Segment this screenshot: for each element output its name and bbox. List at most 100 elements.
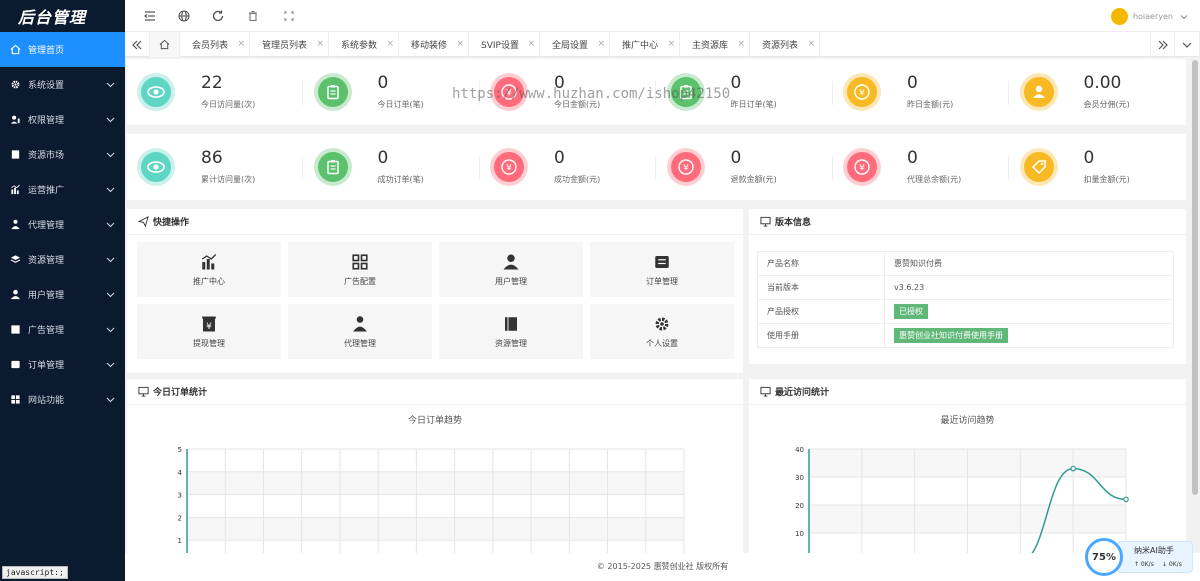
paper-plane-icon xyxy=(138,216,149,227)
chevron-down-icon[interactable] xyxy=(106,290,115,299)
sidebar-item-7[interactable]: 用户管理 xyxy=(0,277,125,312)
close-icon[interactable]: × xyxy=(386,39,394,49)
scrollbar-thumb[interactable] xyxy=(1192,60,1198,495)
yen-icon: ¥ xyxy=(854,84,870,100)
sidebar-item-2[interactable]: 权限管理 xyxy=(0,102,125,137)
ai-download-speed: ↓ 0K/s xyxy=(1162,561,1182,568)
quick-action-label: 广告配置 xyxy=(344,276,376,286)
version-table: 产品名称 惠赞知识付费 当前版本 v3.6.23 产品授权 已授权 使用手册 惠赞创业社知识付… xyxy=(757,251,1174,348)
close-icon[interactable]: × xyxy=(237,39,245,49)
stat-label: 今日订单(笔) xyxy=(377,100,424,109)
ai-upload-speed: ↑ 0K/s xyxy=(1134,561,1154,568)
tab-8[interactable]: 主资源库 × xyxy=(680,32,750,57)
stat-label: 代理总余额(元) xyxy=(907,175,962,184)
quick-action-label: 提现管理 xyxy=(193,338,225,348)
tabs-dropdown[interactable] xyxy=(1175,32,1200,57)
quick-action-1[interactable]: 广告配置 xyxy=(288,242,432,297)
fullscreen-icon[interactable] xyxy=(282,9,296,23)
chevron-down-icon[interactable] xyxy=(106,360,115,369)
tab-7[interactable]: 推广中心 × xyxy=(610,32,680,57)
sidebar-item-1[interactable]: 系统设置 xyxy=(0,67,125,102)
stats-row-2: 86 累计访问量(次) 0 成功订单(笔) ¥ 0 成功金额(元) ¥ 0 退款… xyxy=(127,134,1186,200)
close-icon[interactable]: × xyxy=(737,39,745,49)
chevron-down-icon[interactable] xyxy=(106,255,115,264)
quick-action-7[interactable]: 个人设置 xyxy=(590,304,734,359)
tabs-scroll-left[interactable] xyxy=(125,32,150,57)
tab-1[interactable]: 会员列表 × xyxy=(180,32,250,57)
tabs-bar: 会员列表 × 管理员列表 × 系统参数 × 移动装修 × SVIP设置 × 全局设置 × 推广中心 × 主资… xyxy=(125,32,1200,57)
ai-assistant-widget[interactable]: 纳米AI助手 ↑ 0K/s ↓ 0K/s 75% xyxy=(1085,538,1193,576)
quick-action-6[interactable]: 资源管理 xyxy=(439,304,583,359)
ai-assistant-box[interactable]: 纳米AI助手 ↑ 0K/s ↓ 0K/s xyxy=(1117,541,1193,573)
close-icon[interactable]: × xyxy=(456,39,464,49)
quick-action-0[interactable]: 推广中心 xyxy=(137,242,281,297)
sidebar-item-6[interactable]: 资源管理 xyxy=(0,242,125,277)
close-icon[interactable]: × xyxy=(807,39,815,49)
tabs-scroll-right[interactable] xyxy=(1150,32,1175,57)
quick-action-3[interactable]: 订单管理 xyxy=(590,242,734,297)
close-icon[interactable]: × xyxy=(597,39,605,49)
stat-icon-circle xyxy=(317,77,348,107)
sidebar-item-0[interactable]: 管理首页 xyxy=(0,32,125,67)
data-point xyxy=(1070,465,1076,472)
version-value-cell: 已授权 xyxy=(884,299,1174,324)
menu-fold-icon[interactable] xyxy=(143,9,157,23)
layers-icon xyxy=(10,255,20,263)
y-tick-label: 4 xyxy=(178,469,183,477)
manual-link[interactable]: 惠赞创业社知识付费使用手册 xyxy=(894,328,1008,343)
trash-icon[interactable] xyxy=(246,9,260,23)
sidebar-item-5[interactable]: 代理管理 xyxy=(0,207,125,242)
chevron-down-icon[interactable] xyxy=(106,150,115,159)
quick-action-2[interactable]: 用户管理 xyxy=(439,242,583,297)
tab-label: 管理员列表 xyxy=(262,41,308,51)
sidebar-item-label: 订单管理 xyxy=(28,361,65,371)
version-key: 使用手册 xyxy=(757,323,885,348)
quick-actions-card: 快捷操作 推广中心 广告配置 用户管理 订单管理 ¥ 提现管理 代理管理 资源管理 个人设置 xyxy=(127,209,743,373)
visit-stats-card: 最近访问统计 最近访问趋势 10 20 30 40 xyxy=(749,379,1186,553)
tab-4[interactable]: 移动装修 × xyxy=(399,32,469,57)
quick-action-4[interactable]: ¥ 提现管理 xyxy=(137,304,281,359)
close-icon[interactable]: × xyxy=(527,39,535,49)
stat-card: 0 扣量金额(元) xyxy=(1010,134,1186,200)
stat-icon-circle xyxy=(141,77,171,107)
sidebar-item-10[interactable]: 网站功能 xyxy=(0,382,125,417)
quick-action-5[interactable]: 代理管理 xyxy=(288,304,432,359)
chevron-down-icon[interactable] xyxy=(1180,13,1188,21)
list-icon xyxy=(655,255,669,268)
ai-assistant-name: 纳米AI助手 xyxy=(1134,546,1174,555)
stat-value: 0 xyxy=(730,148,742,168)
tab-6[interactable]: 全局设置 × xyxy=(540,32,610,57)
book-icon xyxy=(505,316,517,331)
chevron-down-icon[interactable] xyxy=(106,80,115,89)
page-scrollbar[interactable] xyxy=(1190,57,1200,553)
sidebar-item-9[interactable]: 订单管理 xyxy=(0,347,125,382)
stat-icon-circle xyxy=(317,152,348,182)
order-trend-chart: 1 2 3 4 5 xyxy=(178,446,685,553)
table-row: 产品授权 已授权 xyxy=(757,299,1174,324)
tab-2[interactable]: 管理员列表 × xyxy=(250,32,329,57)
avatar[interactable] xyxy=(1111,8,1128,25)
username[interactable]: hoiaeryen xyxy=(1133,12,1173,21)
user-key-icon xyxy=(10,115,20,124)
tab-9[interactable]: 资源列表 × xyxy=(750,32,820,57)
tab-5[interactable]: SVIP设置 × xyxy=(469,32,540,57)
close-icon[interactable]: × xyxy=(316,39,324,49)
chevron-down-icon[interactable] xyxy=(106,115,115,124)
sidebar-item-8[interactable]: 广告管理 xyxy=(0,312,125,347)
stat-label: 会员分佣(元) xyxy=(1083,100,1130,109)
globe-icon[interactable] xyxy=(177,9,191,23)
sidebar-item-4[interactable]: 运营推广 xyxy=(0,172,125,207)
close-icon[interactable]: × xyxy=(667,39,675,49)
chevron-down-icon[interactable] xyxy=(106,185,115,194)
sidebar-item-label: 管理首页 xyxy=(28,46,65,56)
refresh-icon[interactable] xyxy=(211,9,225,23)
license-badge: 已授权 xyxy=(894,304,928,319)
chevron-down-icon[interactable] xyxy=(106,220,115,229)
chevron-down-icon[interactable] xyxy=(106,395,115,404)
tab-3[interactable]: 系统参数 × xyxy=(329,32,399,57)
qrcode-icon xyxy=(352,253,368,270)
tab-home[interactable] xyxy=(150,32,180,57)
chevron-down-icon[interactable] xyxy=(106,325,115,334)
version-info-header: 版本信息 xyxy=(749,209,1186,235)
sidebar-item-3[interactable]: 资源市场 xyxy=(0,137,125,172)
